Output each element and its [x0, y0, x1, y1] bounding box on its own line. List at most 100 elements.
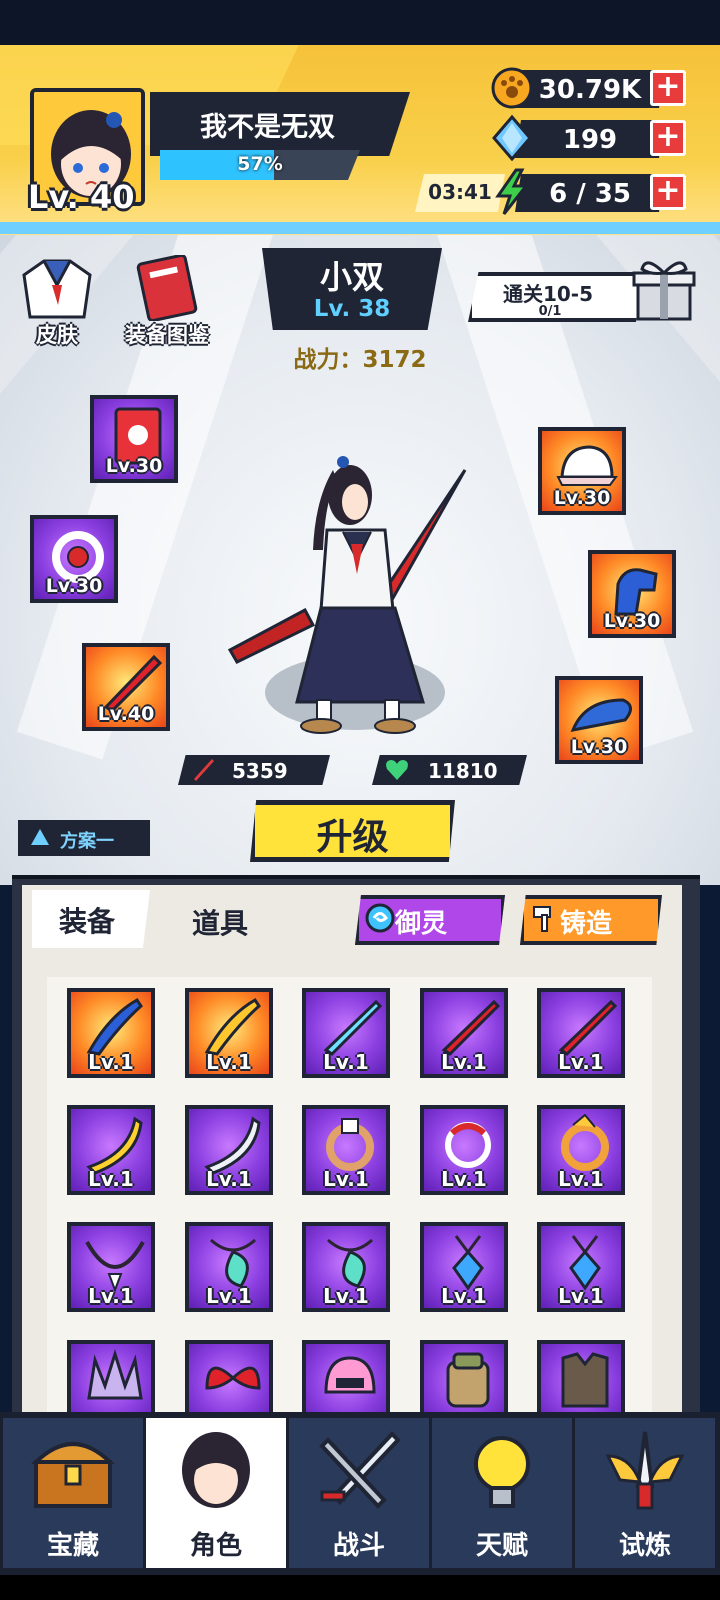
inventory-item-level: Lv.1: [88, 1284, 134, 1308]
inventory-item[interactable]: Lv.1: [420, 988, 508, 1078]
inventory-item[interactable]: Lv.1: [537, 988, 625, 1078]
inventory-item[interactable]: Lv.1: [185, 1222, 273, 1312]
system-nav-bar: [0, 1575, 720, 1600]
ring-icon: [326, 1118, 374, 1171]
gems-amount: 199: [562, 125, 618, 155]
equipment-atlas-button[interactable]: 装备图鉴: [112, 253, 222, 349]
equipped-gloves-slot[interactable]: Lv.30: [588, 550, 676, 638]
equipped-weapon-level: Lv.40: [97, 703, 155, 725]
sword-icon: [190, 757, 216, 783]
nav-battle-label: 战斗: [332, 1531, 385, 1561]
equipped-ring-level: Lv.30: [45, 575, 103, 597]
inventory-item[interactable]: Lv.1: [185, 988, 273, 1078]
equipped-shoes-slot[interactable]: Lv.30: [555, 676, 643, 764]
inventory-item-level: Lv.1: [206, 1284, 252, 1308]
add-gems-button[interactable]: +: [650, 120, 686, 156]
inventory-item[interactable]: Lv.1: [420, 1105, 508, 1195]
gold-amount: 30.79K: [538, 75, 642, 105]
skins-button[interactable]: 皮肤: [12, 255, 102, 349]
triangle-up-icon: [30, 827, 50, 847]
equipped-gloves-level: Lv.30: [603, 610, 661, 632]
inventory-item[interactable]: Lv.1: [537, 1105, 625, 1195]
inventory-item[interactable]: Lv.1: [185, 1105, 273, 1195]
jade-pendant-icon: [326, 1238, 374, 1288]
inventory-item[interactable]: Lv.1: [67, 1222, 155, 1312]
spike-crown-icon: [87, 1348, 143, 1400]
nav-battle[interactable]: 战斗: [289, 1418, 429, 1568]
equipped-weapon-slot[interactable]: Lv.40: [82, 643, 170, 731]
inventory-item-level: Lv.1: [441, 1167, 487, 1191]
equipped-ring-slot[interactable]: Lv.30: [30, 515, 118, 603]
red-book-icon: [136, 253, 198, 323]
inventory-item[interactable]: Lv.1: [302, 988, 390, 1078]
add-energy-button[interactable]: +: [650, 174, 686, 210]
heart-icon: [384, 757, 410, 783]
banana-blade-icon: [86, 1116, 143, 1175]
red-bow-icon: [205, 1366, 261, 1390]
crystal-pendant-icon: [569, 1235, 601, 1291]
inventory-item[interactable]: Lv.1: [67, 988, 155, 1078]
player-level: Lv. 40: [28, 178, 135, 216]
red-sword-icon: [558, 999, 618, 1056]
add-gold-button[interactable]: +: [650, 70, 686, 106]
quest-progress: 0/1: [538, 304, 562, 319]
nav-character[interactable]: 角色: [146, 1418, 286, 1568]
nav-trial[interactable]: 试炼: [575, 1418, 715, 1568]
inventory-item[interactable]: Lv.1: [420, 1222, 508, 1312]
inventory-item-level: Lv.1: [206, 1050, 252, 1074]
skins-label: 皮肤: [36, 323, 78, 347]
combat-power: 战力：3172: [280, 340, 440, 374]
red-ring-icon: [445, 1122, 491, 1168]
equipped-hat-slot[interactable]: Lv.30: [538, 427, 626, 515]
swordswoman-figure-icon: [227, 456, 467, 734]
hero-character[interactable]: [225, 440, 475, 740]
inventory-item[interactable]: Lv.1: [537, 1222, 625, 1312]
inventory-item-level: Lv.1: [323, 1050, 369, 1074]
winged-sword-icon: [605, 1431, 685, 1510]
inventory-item-level: Lv.1: [558, 1167, 604, 1191]
nav-treasure[interactable]: 宝藏: [3, 1418, 143, 1568]
spirit-swirl-icon: [365, 903, 395, 933]
inventory-item[interactable]: Lv.1: [67, 1105, 155, 1195]
inventory-item[interactable]: Lv.1: [302, 1222, 390, 1312]
treasure-chest-icon: [31, 1442, 115, 1508]
inventory-item-level: Lv.1: [323, 1284, 369, 1308]
tab-items[interactable]: 道具: [170, 902, 270, 942]
nav-talent-label: 天赋: [475, 1531, 528, 1561]
status-bar: [0, 0, 720, 45]
tab-equipment-label: 装备: [58, 905, 115, 938]
inventory-item-level: Lv.1: [88, 1167, 134, 1191]
xp-percent: 57%: [237, 153, 283, 175]
crystal-pendant-icon: [452, 1235, 484, 1291]
equipped-shoes-level: Lv.30: [570, 736, 628, 758]
equipped-book-slot[interactable]: Lv.30: [90, 395, 178, 483]
laser-sword-icon: [323, 999, 383, 1056]
crossed-blades-icon: [319, 1431, 401, 1509]
pink-helmet-icon: [324, 1356, 376, 1394]
inventory-item[interactable]: Lv.1: [302, 1105, 390, 1195]
tooth-necklace-icon: [85, 1241, 145, 1292]
power-label: 战力：: [293, 347, 363, 373]
red-sword-icon: [441, 999, 501, 1056]
inventory-item-level: Lv.1: [441, 1284, 487, 1308]
quest-title: 通关10-5: [502, 282, 594, 306]
sailor-uniform-icon: [22, 259, 92, 319]
armor-vest-icon: [561, 1352, 609, 1408]
paw-coin-icon: [490, 66, 534, 110]
power-value: 3172: [362, 347, 427, 373]
gift-box-icon[interactable]: [630, 255, 698, 323]
equipped-hat-level: Lv.30: [553, 487, 611, 509]
hero-name: 小双: [319, 258, 384, 296]
inventory-item-level: Lv.1: [558, 1284, 604, 1308]
nav-treasure-label: 宝藏: [46, 1531, 99, 1561]
equipped-book-level: Lv.30: [105, 455, 163, 477]
character-portrait-icon: [182, 1432, 250, 1508]
inventory-item-level: Lv.1: [206, 1167, 252, 1191]
inventory-item-level: Lv.1: [558, 1050, 604, 1074]
health-value: 11810: [428, 759, 498, 783]
nav-character-label: 角色: [189, 1531, 242, 1561]
nav-talent[interactable]: 天赋: [432, 1418, 572, 1568]
energy-amount: 6 / 35: [549, 179, 631, 209]
spirit-button-label: 御灵: [395, 909, 448, 939]
jade-pendant-icon: [209, 1238, 257, 1288]
